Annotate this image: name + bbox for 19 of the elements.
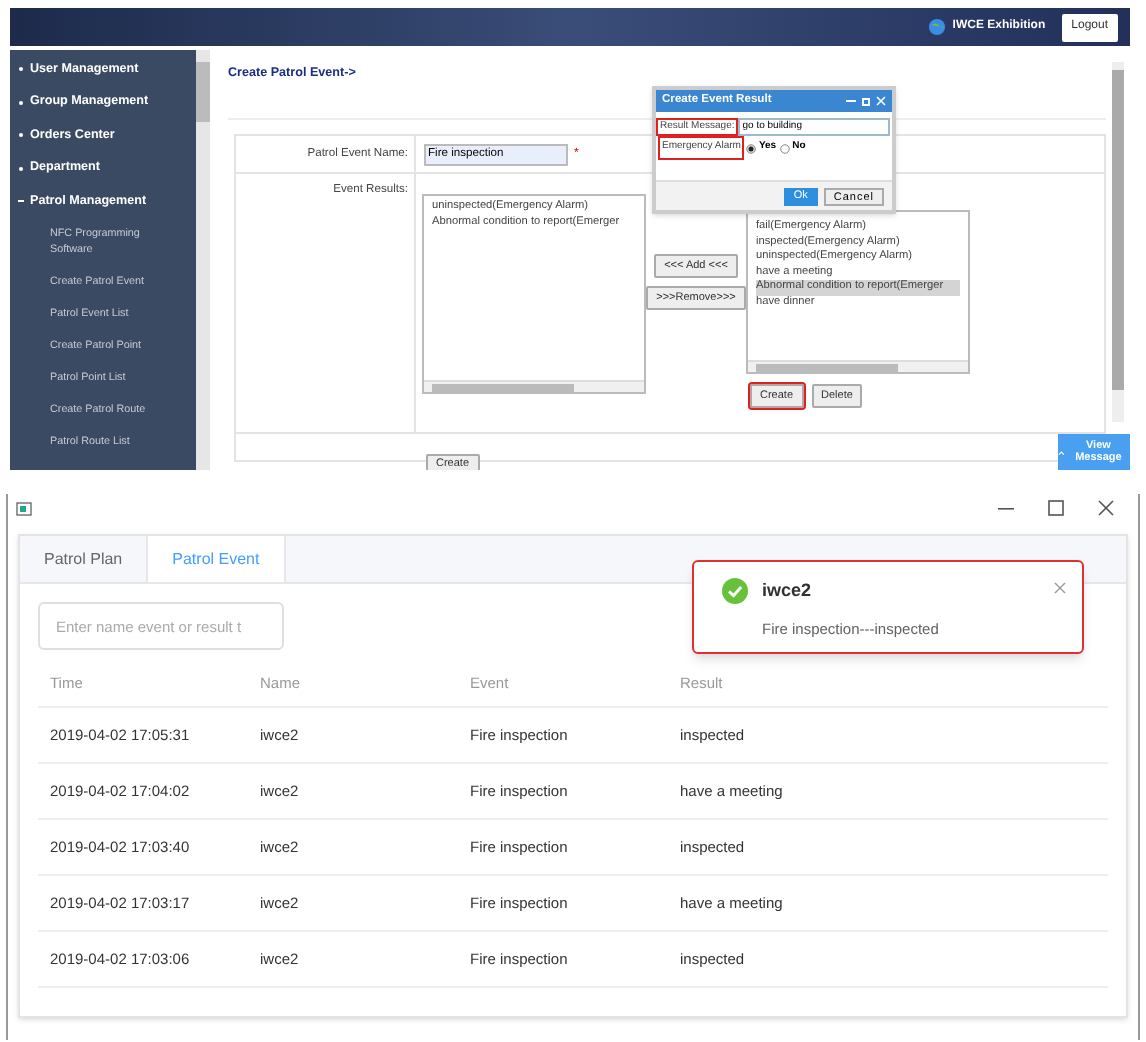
bullet-icon	[18, 132, 24, 139]
bullet-icon	[18, 165, 24, 172]
radio-button[interactable]	[746, 143, 757, 153]
minimize-icon[interactable]	[846, 96, 856, 106]
bullet-icon	[18, 99, 24, 106]
scrollbar[interactable]	[424, 380, 644, 393]
bullet-icon	[18, 66, 24, 73]
tab[interactable]: Patrol Plan	[20, 536, 147, 582]
globe-icon	[928, 18, 947, 36]
notification-title: iwce2	[762, 578, 814, 604]
scrollbar[interactable]	[748, 360, 968, 373]
scrollbar[interactable]	[196, 50, 210, 470]
maximize-icon[interactable]	[1048, 500, 1064, 516]
radio-button[interactable]	[780, 143, 791, 153]
app-icon	[16, 501, 32, 515]
check-circle-icon	[722, 578, 748, 604]
close-icon[interactable]	[1098, 500, 1114, 516]
chevron-up-icon	[1058, 449, 1065, 455]
scrollbar[interactable]	[1112, 62, 1124, 422]
